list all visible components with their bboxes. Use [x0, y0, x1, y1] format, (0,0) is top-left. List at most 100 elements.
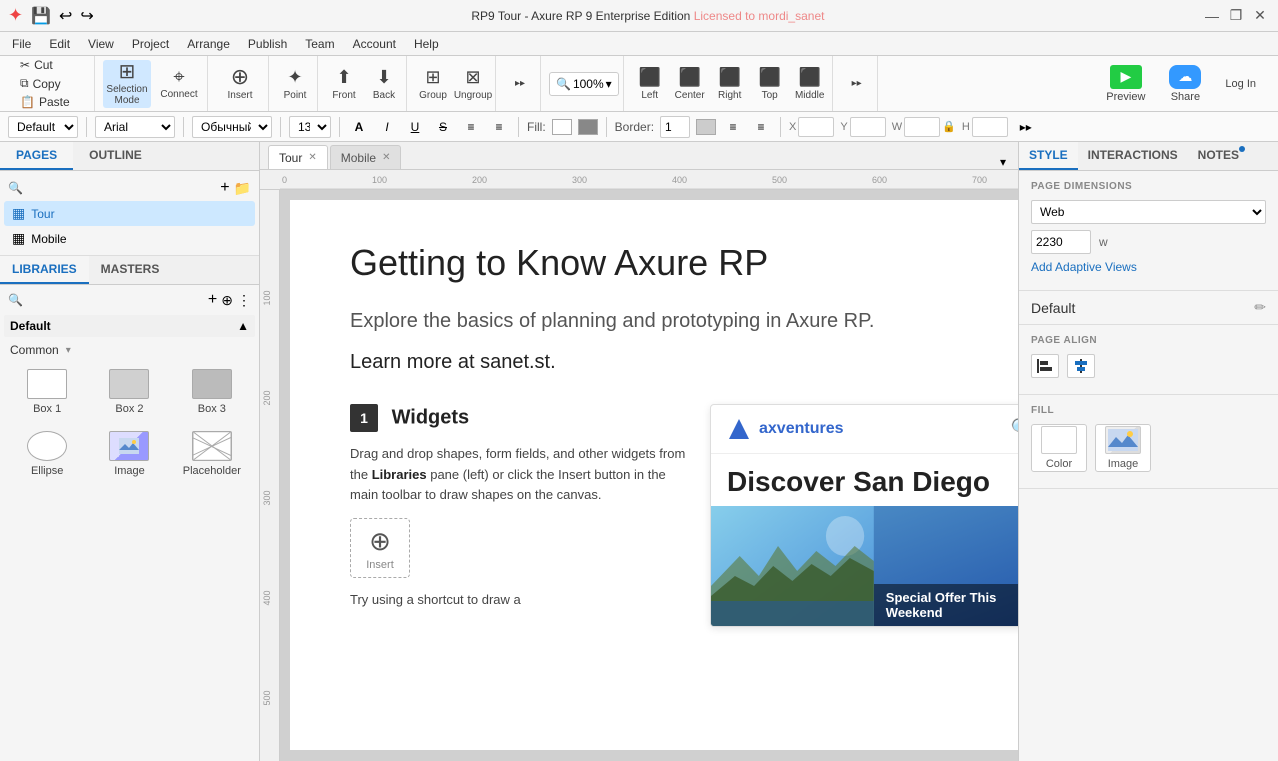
ungroup-button[interactable]: ⊠ Ungroup [455, 60, 491, 108]
add-page-button[interactable]: + [220, 179, 229, 197]
menu-view[interactable]: View [80, 35, 122, 53]
redo-icon[interactable]: ↪ [80, 6, 93, 26]
tab-libraries[interactable]: LIBRARIES [0, 256, 89, 284]
zoom-dropdown-icon: ▾ [606, 77, 612, 91]
align-text-right-button[interactable]: ≡ [488, 116, 510, 138]
bold-button[interactable]: A [348, 116, 370, 138]
travel-card-search-icon[interactable]: 🔍 [1011, 418, 1018, 439]
w-input[interactable] [904, 117, 940, 137]
widget-box1[interactable]: Box 1 [8, 363, 86, 421]
cut-button[interactable]: ✂ Cut [16, 57, 86, 73]
page-width-input[interactable] [1031, 230, 1091, 254]
menu-edit[interactable]: Edit [41, 35, 78, 53]
save-icon[interactable]: 💾 [31, 6, 51, 26]
align-text-left-button[interactable]: ≡ [460, 116, 482, 138]
tab-outline[interactable]: OUTLINE [73, 142, 158, 170]
connect-button[interactable]: ⌖ Connect [155, 60, 203, 108]
edit-default-icon[interactable]: ✏ [1254, 299, 1266, 316]
preview-button[interactable]: ▶ Preview [1096, 61, 1155, 107]
border-style-button[interactable]: ≡ [722, 116, 744, 138]
back-button[interactable]: ⬇ Back [366, 60, 402, 108]
canvas-tab-tour[interactable]: Tour ✕ [268, 145, 328, 169]
share-button[interactable]: ☁ Share [1159, 61, 1211, 107]
lib-menu-button[interactable]: ⋮ [237, 292, 251, 309]
italic-button[interactable]: I [376, 116, 398, 138]
widget-box3[interactable]: Box 3 [173, 363, 251, 421]
align-top-button[interactable]: ⬛ Top [752, 60, 788, 108]
menu-account[interactable]: Account [345, 35, 404, 53]
copy-lib-button[interactable]: ⊕ [221, 292, 233, 309]
page-item-mobile[interactable]: ▦ Mobile [4, 226, 255, 251]
group-button[interactable]: ⊞ Group [415, 60, 451, 108]
page-select[interactable]: Default [8, 116, 78, 138]
size-select[interactable]: 13 [289, 116, 331, 138]
y-input[interactable] [850, 117, 886, 137]
tab-pages[interactable]: PAGES [0, 142, 73, 170]
lib-section-default[interactable]: Default ▲ [4, 315, 255, 337]
menu-arrange[interactable]: Arrange [179, 35, 238, 53]
page-align-center-button[interactable] [1067, 354, 1095, 378]
canvas-tab-mobile[interactable]: Mobile ✕ [330, 145, 402, 169]
font-select[interactable]: Arial [95, 116, 175, 138]
canvas-content[interactable]: 100 200 300 400 500 Getting to Know Axur… [260, 190, 1018, 761]
copy-button[interactable]: ⧉ Copy [16, 75, 86, 92]
x-input[interactable] [798, 117, 834, 137]
insert-button[interactable]: ⊕ Insert [216, 60, 264, 108]
page-type-select[interactable]: Web Mobile Custom [1031, 200, 1266, 224]
align-right-button[interactable]: ⬛ Right [712, 60, 748, 108]
canvas-tab-mobile-close[interactable]: ✕ [382, 152, 390, 163]
menu-help[interactable]: Help [406, 35, 447, 53]
add-adaptive-link[interactable]: Add Adaptive Views [1031, 260, 1137, 274]
zoom-control[interactable]: 🔍 100% ▾ [549, 72, 619, 96]
canvas-tab-dropdown-button[interactable]: ▾ [996, 155, 1010, 169]
widget-ellipse[interactable]: Ellipse [8, 425, 86, 483]
widget-placeholder[interactable]: Placeholder [173, 425, 251, 483]
tab-style[interactable]: STYLE [1019, 142, 1078, 170]
login-button[interactable]: Log In [1215, 74, 1266, 94]
h-input[interactable] [972, 117, 1008, 137]
restore-button[interactable]: ❐ [1226, 6, 1246, 26]
tab-interactions[interactable]: INTERACTIONS [1078, 142, 1188, 170]
paste-button[interactable]: 📋 Paste [16, 94, 86, 110]
minimize-button[interactable]: — [1202, 6, 1222, 26]
selection-mode-button[interactable]: ⊞ Selection Mode [103, 60, 151, 108]
fill-image-button[interactable]: Image [1095, 424, 1151, 472]
underline-button[interactable]: U [404, 116, 426, 138]
front-button[interactable]: ⬆ Front [326, 60, 362, 108]
menu-project[interactable]: Project [124, 35, 177, 53]
canvas-tab-tour-close[interactable]: ✕ [308, 152, 316, 163]
more-button[interactable]: ▸▸ [502, 60, 538, 108]
app-title-text: RP9 Tour - Axure RP 9 Enterprise Edition [471, 9, 693, 23]
border-style-button2[interactable]: ≡ [750, 116, 772, 138]
page-icon-tour: ▦ [12, 205, 25, 222]
strikethrough-button[interactable]: S [432, 116, 454, 138]
format-more-button[interactable]: ▸▸ [1014, 116, 1038, 138]
page-item-tour[interactable]: ▦ Tour [4, 201, 255, 226]
add-folder-button[interactable]: 📁 [234, 180, 251, 197]
menu-publish[interactable]: Publish [240, 35, 295, 53]
menu-team[interactable]: Team [297, 35, 342, 53]
tab-masters[interactable]: MASTERS [89, 256, 172, 284]
menu-file[interactable]: File [4, 35, 39, 53]
fill-color-swatch2[interactable] [578, 119, 598, 135]
widget-box2[interactable]: Box 2 [90, 363, 168, 421]
tab-notes[interactable]: NOTES [1188, 142, 1249, 170]
add-lib-button[interactable]: + [208, 291, 217, 309]
page-align-left-button[interactable] [1031, 354, 1059, 378]
align-middle-button[interactable]: ⬛ Middle [792, 60, 828, 108]
border-color-swatch[interactable] [696, 119, 716, 135]
insert-canvas-button[interactable]: ⊕ Insert [350, 518, 410, 578]
style-select[interactable]: Обычный [192, 116, 272, 138]
fill-color-swatch[interactable] [552, 119, 572, 135]
point-button[interactable]: ✦ Point [277, 60, 313, 108]
canvas-scroll[interactable]: Getting to Know Axure RP Explore the bas… [280, 190, 1018, 761]
align-more-button[interactable]: ▸▸ [839, 60, 875, 108]
close-button[interactable]: ✕ [1250, 6, 1270, 26]
widget-image-label: Image [114, 465, 145, 477]
align-left-button[interactable]: ⬛ Left [632, 60, 668, 108]
border-input[interactable] [660, 116, 690, 138]
widget-image[interactable]: Image [90, 425, 168, 483]
align-center-button[interactable]: ⬛ Center [672, 60, 708, 108]
undo-icon[interactable]: ↩ [59, 6, 72, 26]
fill-color-button[interactable]: Color [1031, 424, 1087, 472]
